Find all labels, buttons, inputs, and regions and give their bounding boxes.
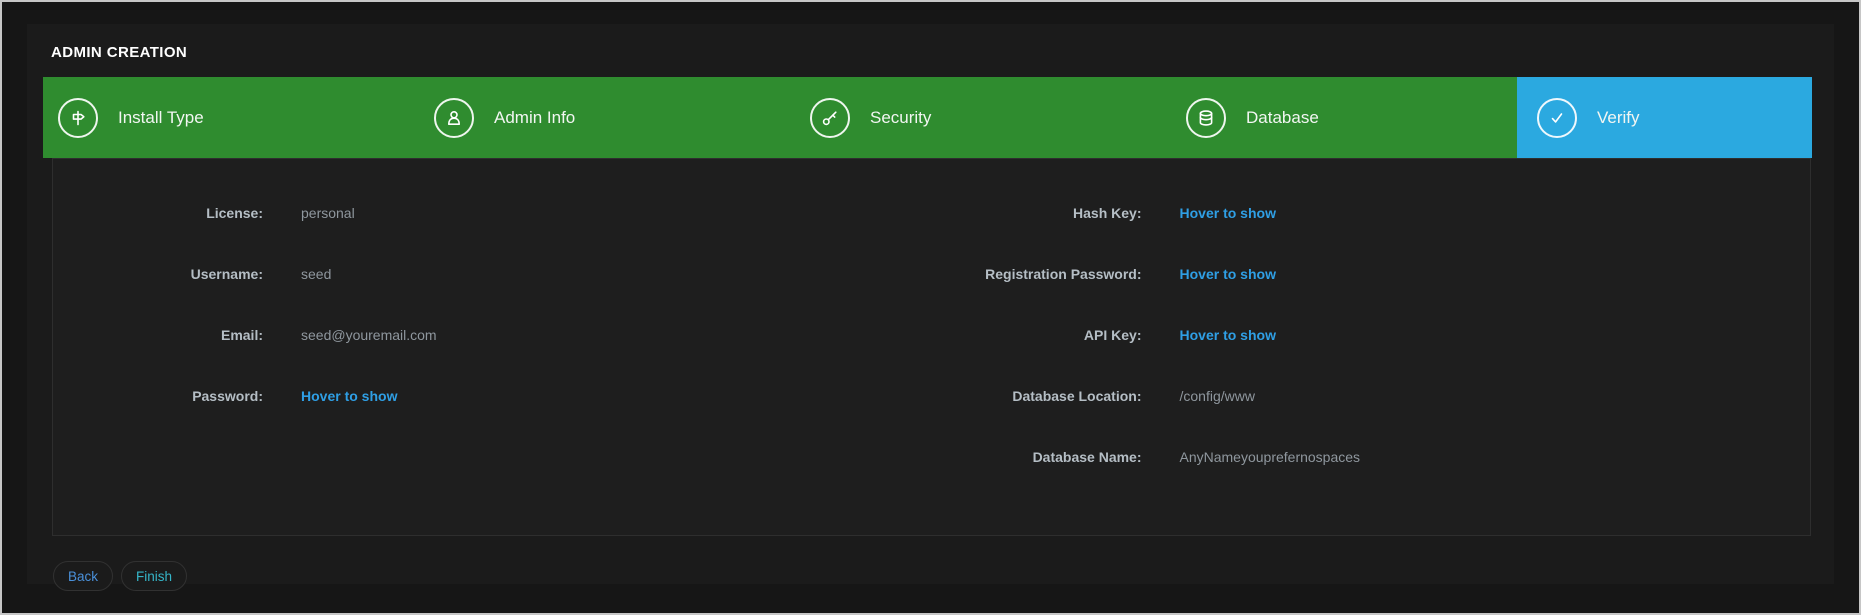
page-title: ADMIN CREATION [51,44,187,61]
field-value: /config/www [1180,388,1255,404]
step-label: Admin Info [494,108,575,128]
field-label: Password: [53,388,263,404]
verify-step-panel: License: personal Username: seed Email: … [52,158,1811,536]
form-row: Username: seed [53,243,932,304]
wizard-step-verify[interactable]: Verify [1517,77,1812,158]
admin-creation-panel: ADMIN CREATION Install Type Admin Info S… [27,24,1834,584]
wizard-actions: Back Finish [53,561,187,591]
admin-creation-window: { "page": { "title": "ADMIN CREATION" },… [0,0,1861,615]
wizard-steps: Install Type Admin Info Security Databas… [43,77,1812,158]
step-label: Verify [1597,108,1640,128]
hover-to-show-link[interactable]: Hover to show [301,388,397,404]
field-value: seed [301,266,331,282]
user-icon [444,108,464,128]
form-row: Email: seed@youremail.com [53,304,932,365]
verify-form-left: License: personal Username: seed Email: … [53,182,932,535]
form-row: License: personal [53,182,932,243]
form-row: Database Name: AnyNameyouprefernospaces [932,426,1811,487]
field-label: API Key: [932,327,1142,343]
step-icon-circle [1537,98,1577,138]
field-label: Database Name: [932,449,1142,465]
finish-button[interactable]: Finish [121,561,187,591]
wizard-step-database[interactable]: Database [1141,77,1517,158]
field-label: Hash Key: [932,205,1142,221]
wizard-step-admin-info[interactable]: Admin Info [389,77,765,158]
field-label: Registration Password: [932,266,1142,282]
step-label: Security [870,108,931,128]
step-icon-circle [1186,98,1226,138]
field-value: seed@youremail.com [301,327,437,343]
signpost-icon [68,108,88,128]
field-value: AnyNameyouprefernospaces [1180,449,1361,465]
step-icon-circle [58,98,98,138]
wizard-step-security[interactable]: Security [765,77,1141,158]
verify-form-right: Hash Key: Hover to show Registration Pas… [932,182,1811,535]
hover-to-show-link[interactable]: Hover to show [1180,266,1276,282]
field-label: Database Location: [932,388,1142,404]
check-icon [1547,108,1567,128]
hover-to-show-link[interactable]: Hover to show [1180,205,1276,221]
form-row: Password: Hover to show [53,365,932,426]
form-row: Hash Key: Hover to show [932,182,1811,243]
key-icon [820,108,840,128]
step-label: Database [1246,108,1319,128]
step-icon-circle [434,98,474,138]
form-row: API Key: Hover to show [932,304,1811,365]
form-row: Registration Password: Hover to show [932,243,1811,304]
database-icon [1196,108,1216,128]
field-label: Email: [53,327,263,343]
step-label: Install Type [118,108,204,128]
field-value: personal [301,205,355,221]
wizard-step-install-type[interactable]: Install Type [43,77,389,158]
form-row: Database Location: /config/www [932,365,1811,426]
field-label: License: [53,205,263,221]
hover-to-show-link[interactable]: Hover to show [1180,327,1276,343]
step-icon-circle [810,98,850,138]
back-button[interactable]: Back [53,561,113,591]
field-label: Username: [53,266,263,282]
